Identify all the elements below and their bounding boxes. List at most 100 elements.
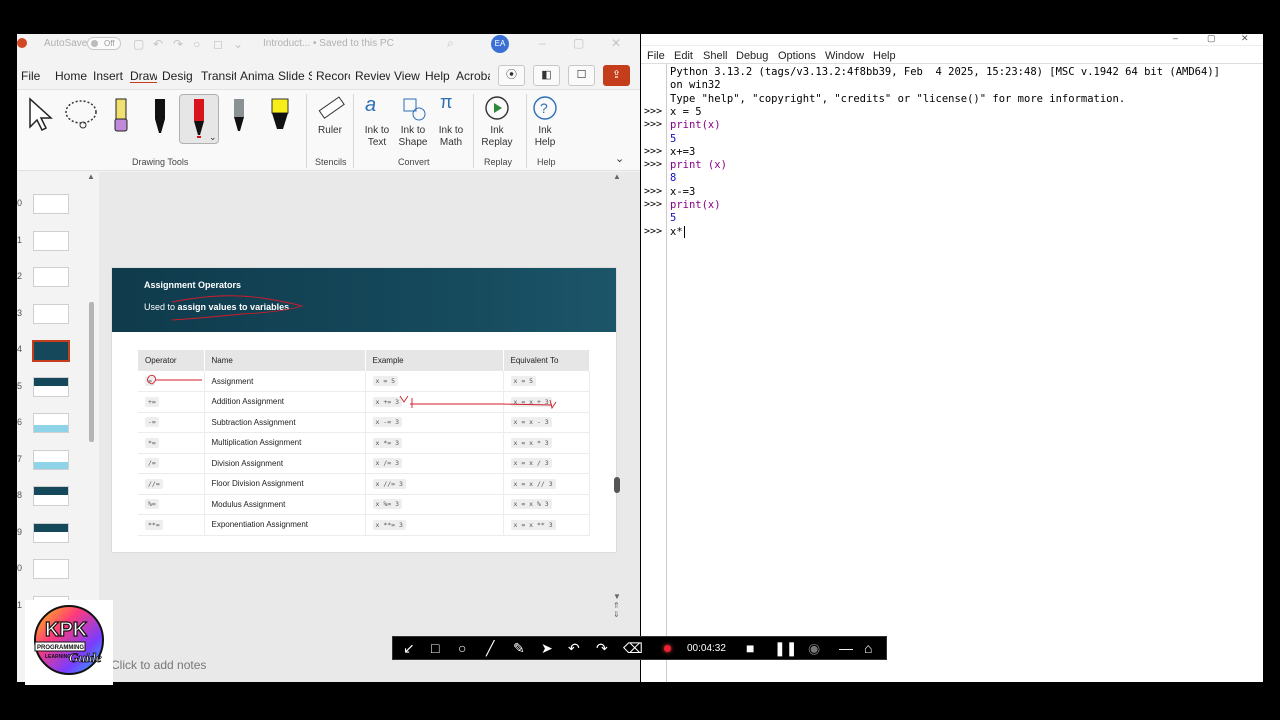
search-icon[interactable]: ⌕ xyxy=(447,36,454,51)
autosave-toggle[interactable]: Off xyxy=(87,37,121,50)
slide-scroll-down-icon[interactable]: ▼ ⇑ ⇓ xyxy=(613,592,621,619)
ink-to-text-button[interactable]: Ink to Text xyxy=(359,125,395,149)
pause-button[interactable]: ❚❚ xyxy=(774,640,797,656)
idle-close-icon[interactable]: ✕ xyxy=(1241,34,1249,44)
slide-scroll-up-icon[interactable]: ▲ xyxy=(613,172,621,181)
home-icon[interactable]: ⌂ xyxy=(864,640,872,656)
tab-animations[interactable]: Anima xyxy=(240,69,275,83)
pen-black-icon[interactable] xyxy=(150,97,170,137)
pointer-tool-icon[interactable]: ➤ xyxy=(541,640,553,656)
slide-thumbnail[interactable] xyxy=(33,267,69,287)
ruler-button[interactable]: Ruler xyxy=(312,125,348,137)
tab-transitions[interactable]: Transit xyxy=(201,69,236,83)
table-cell: x = x + 3 xyxy=(503,391,590,413)
scroll-up-icon[interactable]: ▲ xyxy=(87,172,95,181)
logo-text-guide: Guide xyxy=(69,650,102,665)
ink-help-button[interactable]: Ink Help xyxy=(527,125,563,149)
tab-home[interactable]: Home xyxy=(55,69,89,83)
comments-button[interactable]: ☐ xyxy=(568,65,595,86)
menu-window[interactable]: Window xyxy=(825,50,864,62)
webcam-icon[interactable]: ◉ xyxy=(808,640,820,656)
collapse-ribbon-icon[interactable]: ⌄ xyxy=(615,152,624,165)
menu-options[interactable]: Options xyxy=(778,50,816,62)
ink-replay-button[interactable]: Ink Replay xyxy=(479,125,515,149)
slide-thumbnail[interactable] xyxy=(33,449,69,470)
operator-name: Floor Division Assignment xyxy=(211,479,304,489)
tab-record[interactable]: Recorc xyxy=(316,69,350,83)
highlighter-purple-icon[interactable] xyxy=(111,97,131,137)
tab-acrobat[interactable]: Acroba xyxy=(456,69,490,83)
tab-insert[interactable]: Insert xyxy=(93,69,127,83)
select-arrow-icon[interactable] xyxy=(27,96,55,132)
undo-icon[interactable]: ↶ xyxy=(153,37,163,51)
slide-thumbnail[interactable] xyxy=(33,230,69,251)
save-icon[interactable]: ▢ xyxy=(133,37,144,51)
minimize-icon[interactable]: – xyxy=(539,36,546,50)
idle-maximize-icon[interactable]: ▢ xyxy=(1207,34,1216,44)
screen: AutoSave Off ▢ ↶ ↷ ○ ◻ ⌄ Introduct... • … xyxy=(0,0,1280,720)
minimize-toolbar-icon[interactable]: — xyxy=(839,640,853,656)
shell-line-text: print(x) xyxy=(670,119,721,132)
tab-draw[interactable]: Draw xyxy=(130,69,157,83)
redo-icon[interactable]: ↷ xyxy=(173,37,183,51)
menu-shell[interactable]: Shell xyxy=(703,50,727,62)
notes-placeholder[interactable]: Click to add notes xyxy=(111,658,206,672)
highlighter-yellow-icon[interactable] xyxy=(268,97,292,137)
slide-thumbnail[interactable] xyxy=(32,340,70,362)
thumbnail-scrollbar[interactable] xyxy=(89,302,94,442)
menu-help[interactable]: Help xyxy=(873,50,896,62)
customize-qat-icon[interactable]: ⌄ xyxy=(233,37,243,51)
tab-file[interactable]: File xyxy=(21,69,45,83)
undo-icon[interactable]: ↶ xyxy=(568,640,580,656)
tab-review[interactable]: Review xyxy=(355,69,390,83)
tab-help[interactable]: Help xyxy=(425,69,452,83)
slide-thumbnail[interactable] xyxy=(33,559,69,579)
slide-thumbnail[interactable] xyxy=(33,486,69,506)
pen-red-icon[interactable] xyxy=(189,97,209,143)
ink-to-math-button[interactable]: Ink to Math xyxy=(431,125,471,149)
slide-thumbnail[interactable] xyxy=(33,522,69,543)
stop-button[interactable]: ■ xyxy=(746,640,754,656)
slide-scrollbar-thumb[interactable] xyxy=(614,477,620,493)
menu-edit[interactable]: Edit xyxy=(674,50,693,62)
slide-thumbnail[interactable] xyxy=(33,413,69,433)
record-button[interactable]: ⦿ xyxy=(498,65,525,86)
present-teams-button[interactable]: ◧ xyxy=(533,65,560,86)
pen-options-chevron-icon[interactable]: ⌄ xyxy=(209,132,217,143)
refresh-icon[interactable]: ○ xyxy=(193,37,200,51)
eraser-icon[interactable]: ⌫ xyxy=(623,640,643,656)
slideshow-icon[interactable]: ◻ xyxy=(213,37,223,51)
arrow-tool-icon[interactable]: ↙ xyxy=(403,640,415,656)
line-tool-icon[interactable]: ╱ xyxy=(486,640,494,656)
pen-gray-icon[interactable] xyxy=(229,97,249,137)
tab-view[interactable]: View xyxy=(394,69,421,83)
slide-thumbnail[interactable] xyxy=(33,303,69,324)
rectangle-tool-icon[interactable]: □ xyxy=(431,640,439,656)
operator-name: Division Assignment xyxy=(211,458,284,468)
svg-text:?: ? xyxy=(540,100,548,116)
pen-tool-icon[interactable]: ✎ xyxy=(513,640,525,656)
table-cell: Exponentiation Assignment xyxy=(204,514,366,536)
slide-thumbnail[interactable] xyxy=(33,194,69,214)
menu-file[interactable]: File xyxy=(647,50,665,62)
tab-design[interactable]: Desig xyxy=(162,69,197,83)
close-icon[interactable]: ✕ xyxy=(611,36,621,50)
ink-to-text-icon: a xyxy=(365,94,377,116)
slide-thumbnail[interactable] xyxy=(33,376,69,397)
tab-slideshow[interactable]: Slide S xyxy=(278,69,312,83)
maximize-icon[interactable]: ▢ xyxy=(573,36,584,50)
share-button[interactable]: ⇪ xyxy=(603,65,630,86)
table-cell: %= xyxy=(138,494,205,515)
menu-debug[interactable]: Debug xyxy=(736,50,768,62)
circle-tool-icon[interactable]: ○ xyxy=(458,640,466,656)
slide-header: Assignment Operators Used to assign valu… xyxy=(112,268,616,332)
shell-prompt: >>> xyxy=(644,199,663,210)
ink-to-shape-button[interactable]: Ink to Shape xyxy=(395,125,431,149)
lasso-select-icon[interactable] xyxy=(63,98,99,132)
slide[interactable]: Assignment Operators Used to assign valu… xyxy=(112,268,616,552)
redo-icon[interactable]: ↷ xyxy=(596,640,608,656)
document-title[interactable]: Introduct... • Saved to this PC xyxy=(263,38,394,49)
idle-minimize-icon[interactable]: – xyxy=(1173,34,1178,43)
avatar[interactable]: EA xyxy=(491,35,509,53)
ruler-icon[interactable] xyxy=(317,94,345,122)
